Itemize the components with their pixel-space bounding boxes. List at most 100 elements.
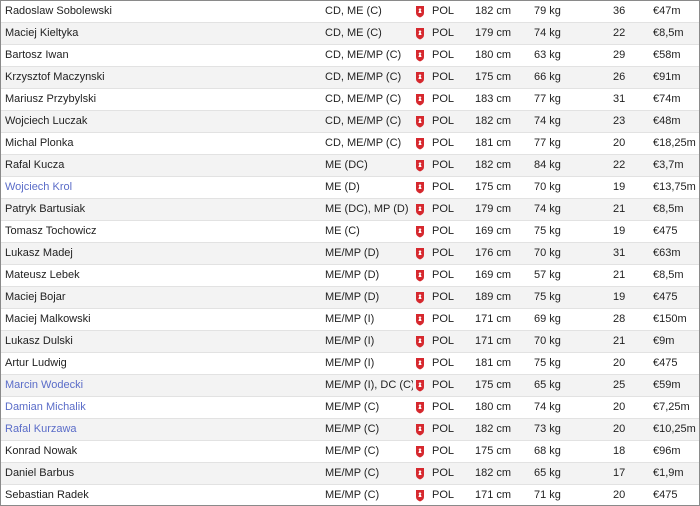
player-weight: 75 kg (534, 357, 561, 369)
player-age: 26 (613, 71, 626, 83)
player-height: 183 cm (475, 93, 512, 105)
player-value: €48m (653, 115, 681, 127)
table-row[interactable]: Mateusz Lebek ME/MP (D) POL 169 cm 57 kg… (1, 265, 699, 287)
player-age: 21 (613, 335, 626, 347)
player-nation: POL (432, 335, 455, 347)
player-name[interactable]: Lukasz Madej (5, 243, 315, 264)
poland-crest-icon (415, 309, 427, 330)
player-value: €7,25m (653, 401, 690, 413)
player-name[interactable]: Damian Michalik (5, 397, 315, 418)
player-weight: 65 kg (534, 467, 561, 479)
player-name[interactable]: Maciej Kieltyka (5, 23, 315, 44)
player-value: €475 (653, 225, 678, 237)
player-name[interactable]: Bartosz Iwan (5, 45, 315, 66)
table-row[interactable]: Damian Michalik ME/MP (C) POL 180 cm 74 … (1, 397, 699, 419)
player-nation: POL (432, 5, 455, 17)
player-name[interactable]: Krzysztof Maczynski (5, 67, 315, 88)
player-height: 171 cm (475, 335, 512, 347)
table-row[interactable]: Mariusz Przybylski CD, ME/MP (C) POL 183… (1, 89, 699, 111)
table-row[interactable]: Maciej Kieltyka CD, ME (C) POL 179 cm 74… (1, 23, 699, 45)
player-name[interactable]: Konrad Nowak (5, 441, 315, 462)
player-name[interactable]: Daniel Barbus (5, 463, 315, 484)
player-name[interactable]: Rafal Kucza (5, 155, 315, 176)
player-value: €10,25m (653, 423, 696, 435)
player-name[interactable]: Mariusz Przybylski (5, 89, 315, 110)
table-row[interactable]: Artur Ludwig ME/MP (I) POL 181 cm 75 kg … (1, 353, 699, 375)
player-value: €18,25m (653, 137, 696, 149)
player-position: ME/MP (I) (325, 357, 375, 369)
player-nation: POL (432, 379, 455, 391)
table-row[interactable]: Konrad Nowak ME/MP (C) POL 175 cm 68 kg … (1, 441, 699, 463)
table-row[interactable]: Wojciech Luczak CD, ME/MP (C) POL 182 cm… (1, 111, 699, 133)
player-position: ME (C) (325, 225, 360, 237)
player-name[interactable]: Marcin Wodecki (5, 375, 315, 396)
player-weight: 77 kg (534, 93, 561, 105)
poland-crest-icon (415, 419, 427, 440)
player-value: €8,5m (653, 203, 684, 215)
table-row[interactable]: Rafal Kucza ME (DC) POL 182 cm 84 kg 22 … (1, 155, 699, 177)
player-name[interactable]: Wojciech Krol (5, 177, 315, 198)
table-row[interactable]: Bartosz Iwan CD, ME/MP (C) POL 180 cm 63… (1, 45, 699, 67)
player-age: 25 (613, 379, 626, 391)
poland-crest-icon (415, 331, 427, 352)
player-age: 20 (613, 489, 626, 501)
poland-crest-icon (415, 199, 427, 220)
player-weight: 79 kg (534, 5, 561, 17)
player-age: 19 (613, 181, 626, 193)
player-name[interactable]: Mateusz Lebek (5, 265, 315, 286)
player-name[interactable]: Rafal Kurzawa (5, 419, 315, 440)
player-name[interactable]: Tomasz Tochowicz (5, 221, 315, 242)
table-row[interactable]: Michal Plonka CD, ME/MP (C) POL 181 cm 7… (1, 133, 699, 155)
table-row[interactable]: Rafal Kurzawa ME/MP (C) POL 182 cm 73 kg… (1, 419, 699, 441)
table-row[interactable]: Lukasz Dulski ME/MP (I) POL 171 cm 70 kg… (1, 331, 699, 353)
player-weight: 73 kg (534, 423, 561, 435)
table-row[interactable]: Sebastian Radek ME/MP (C) POL 171 cm 71 … (1, 485, 699, 505)
player-position: ME/MP (I), DC (C) (325, 379, 413, 391)
player-value: €475 (653, 357, 678, 369)
player-nation: POL (432, 137, 455, 149)
player-height: 179 cm (475, 27, 512, 39)
player-height: 180 cm (475, 49, 512, 61)
player-position: CD, ME/MP (C) (325, 93, 402, 105)
player-name[interactable]: Patryk Bartusiak (5, 199, 315, 220)
player-value: €74m (653, 93, 681, 105)
player-weight: 74 kg (534, 203, 561, 215)
player-weight: 70 kg (534, 335, 561, 347)
poland-crest-icon (415, 155, 427, 176)
table-row[interactable]: Maciej Bojar ME/MP (D) POL 189 cm 75 kg … (1, 287, 699, 309)
player-name[interactable]: Lukasz Dulski (5, 331, 315, 352)
player-nation: POL (432, 159, 455, 171)
table-row[interactable]: Marcin Wodecki ME/MP (I), DC (C) POL 175… (1, 375, 699, 397)
player-weight: 69 kg (534, 313, 561, 325)
table-row[interactable]: Krzysztof Maczynski CD, ME/MP (C) POL 17… (1, 67, 699, 89)
player-name[interactable]: Artur Ludwig (5, 353, 315, 374)
table-row[interactable]: Daniel Barbus ME/MP (C) POL 182 cm 65 kg… (1, 463, 699, 485)
player-age: 21 (613, 269, 626, 281)
table-row[interactable]: Tomasz Tochowicz ME (C) POL 169 cm 75 kg… (1, 221, 699, 243)
table-row[interactable]: Patryk Bartusiak ME (DC), MP (D) POL 179… (1, 199, 699, 221)
player-list: Radoslaw Sobolewski CD, ME (C) POL 182 c… (0, 0, 700, 506)
table-row[interactable]: Maciej Malkowski ME/MP (I) POL 171 cm 69… (1, 309, 699, 331)
player-value: €475 (653, 291, 678, 303)
player-height: 189 cm (475, 291, 512, 303)
table-row[interactable]: Radoslaw Sobolewski CD, ME (C) POL 182 c… (1, 1, 699, 23)
table-row[interactable]: Lukasz Madej ME/MP (D) POL 176 cm 70 kg … (1, 243, 699, 265)
player-name[interactable]: Wojciech Luczak (5, 111, 315, 132)
table-row[interactable]: Wojciech Krol ME (D) POL 175 cm 70 kg 19… (1, 177, 699, 199)
player-value: €8,5m (653, 27, 684, 39)
player-nation: POL (432, 423, 455, 435)
player-height: 175 cm (475, 379, 512, 391)
player-nation: POL (432, 203, 455, 215)
player-rows: Radoslaw Sobolewski CD, ME (C) POL 182 c… (1, 1, 699, 505)
player-age: 23 (613, 115, 626, 127)
player-weight: 74 kg (534, 27, 561, 39)
poland-crest-icon (415, 177, 427, 198)
poland-crest-icon (415, 89, 427, 110)
player-name[interactable]: Maciej Malkowski (5, 309, 315, 330)
player-name[interactable]: Maciej Bojar (5, 287, 315, 308)
player-name[interactable]: Radoslaw Sobolewski (5, 1, 315, 22)
player-name[interactable]: Sebastian Radek (5, 485, 315, 505)
poland-crest-icon (415, 463, 427, 484)
player-name[interactable]: Michal Plonka (5, 133, 315, 154)
player-weight: 70 kg (534, 247, 561, 259)
